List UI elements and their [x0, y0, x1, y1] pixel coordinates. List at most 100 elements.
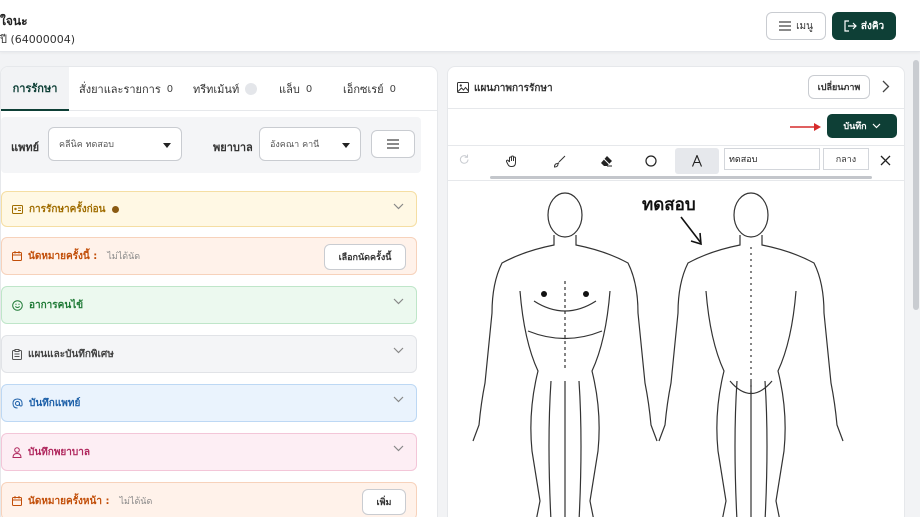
doctor-select[interactable]: คลีนิค ทดสอบ [48, 127, 182, 161]
card-label: อาการคนไข้ [29, 299, 84, 311]
nurse-select[interactable]: อังคณา คานี [259, 127, 361, 161]
tab-label: การรักษา [12, 82, 58, 95]
tab-xray[interactable]: เอ็กซเรย์ 0 [343, 67, 396, 111]
tab-orders[interactable]: สั่งยาและรายการ 0 [79, 67, 173, 111]
send-queue-label: ส่งคิว [860, 20, 885, 32]
card-label: นัดหมายครั้งหน้า : [28, 495, 110, 507]
eraser-tool[interactable] [584, 148, 628, 174]
image-icon [457, 82, 469, 93]
send-queue-button[interactable]: ส่งคิว [832, 12, 896, 40]
page-scrollbar[interactable] [913, 60, 919, 310]
card-status: ไม่ได้นัด [119, 497, 153, 507]
tab-count: 0 [389, 83, 396, 95]
calendar-icon [12, 251, 22, 261]
body-back-figure [658, 192, 844, 517]
diagram-title: แผนภาพการรักษา [474, 83, 553, 94]
chevron-down-icon [393, 298, 404, 305]
nurse-value: อังคณา คานี [270, 140, 320, 150]
status-dot [111, 205, 119, 213]
save-button[interactable]: บันทึก [827, 114, 897, 138]
select-appointment-button[interactable]: เลือกนัดครั้งนี้ [324, 244, 406, 270]
font-size-select[interactable]: กลาง [823, 148, 869, 170]
card-label: การรักษาครั้งก่อน [29, 203, 106, 215]
appointment-next-card: นัดหมายครั้งหน้า : ไม่ได้นัด เพิ่ม [1, 482, 417, 517]
body-diagram-canvas[interactable]: ทดสอบ [448, 181, 904, 517]
toolbar-scrollbar[interactable] [490, 176, 872, 179]
calendar-icon [12, 496, 22, 506]
chevron-down-icon [872, 123, 881, 129]
appointment-today-card: นัดหมายครั้งนี้ : ไม่ได้นัด เลือกนัดครั้… [1, 237, 417, 275]
chevron-right-icon[interactable] [882, 80, 890, 93]
treatment-panel: การรักษา สั่งยาและรายการ 0 ทรีทเม้นท์ แล… [0, 66, 438, 517]
chevron-down-icon [393, 347, 404, 354]
nurse-note-card[interactable]: บันทึกพยาบาล [1, 433, 417, 471]
card-label: บันทึกพยาบาล [28, 446, 90, 458]
smile-icon [12, 299, 23, 311]
top-header: ใจนะ ปี (64000004) เมนู ส่งคิว [0, 0, 920, 52]
tab-treatment[interactable]: การรักษา [1, 67, 69, 111]
circle-tool[interactable] [629, 148, 673, 174]
options-button[interactable] [371, 130, 415, 158]
tab-count: 0 [166, 83, 174, 95]
arrow-right-icon [790, 123, 821, 131]
user-icon [12, 446, 22, 458]
patient-name: ใจนะ [0, 14, 28, 28]
brush-tool[interactable] [537, 148, 581, 174]
circle-icon [645, 155, 657, 167]
card-label: แผนและบันทึกพิเศษ [28, 348, 114, 360]
hamburger-icon [779, 21, 792, 31]
tab-bar: การรักษา สั่งยาและรายการ 0 ทรีทเม้นท์ แล… [1, 67, 437, 111]
chevron-down-icon [393, 396, 404, 403]
menu-button[interactable]: เมนู [766, 12, 826, 40]
body-front-figure [472, 192, 658, 517]
list-icon [387, 139, 399, 149]
card-label: นัดหมายครั้งนี้ : [28, 250, 98, 262]
patient-id: ปี (64000004) [0, 33, 76, 46]
body-diagram [472, 192, 844, 517]
annotation-arrow [680, 216, 702, 246]
annotation-text: ทดสอบ [642, 195, 696, 215]
staff-row: แพทย์ คลีนิค ทดสอบ พยาบาล อังคณา คานี [1, 117, 421, 173]
tab-label: เอ็กซเรย์ [343, 83, 384, 96]
doctor-label: แพทย์ [11, 141, 40, 154]
id-card-icon [12, 204, 23, 214]
tab-label: ทรีทเม้นท์ [193, 83, 240, 96]
tab-label: แล็บ [279, 83, 300, 96]
chevron-down-icon [393, 203, 404, 210]
caret-down-icon [163, 143, 171, 148]
card-status: ไม่ได้นัด [107, 252, 141, 262]
brush-icon [553, 155, 565, 168]
card-label: บันทึกแพทย์ [29, 397, 81, 409]
change-image-button[interactable]: เปลี่ยนภาพ [808, 75, 870, 99]
at-icon [12, 397, 23, 408]
drawing-toolbar: ทดสอบ กลาง [448, 145, 904, 181]
logout-icon [844, 20, 857, 32]
redo-icon[interactable] [459, 154, 470, 165]
tab-label: สั่งยาและรายการ [79, 83, 161, 96]
diagram-header: แผนภาพการรักษา เปลี่ยนภาพ [448, 67, 904, 109]
symptoms-card[interactable]: อาการคนไข้ [1, 286, 417, 324]
close-icon[interactable] [880, 155, 891, 166]
diagram-panel: แผนภาพการรักษา เปลี่ยนภาพ บันทึก ทดสอบ ก… [447, 66, 905, 517]
tab-count: 0 [305, 83, 313, 95]
text-tool[interactable] [675, 148, 719, 174]
pan-tool[interactable] [490, 148, 534, 174]
caret-down-icon [342, 143, 350, 148]
tab-lab[interactable]: แล็บ 0 [279, 67, 312, 111]
plan-card[interactable]: แผนและบันทึกพิเศษ [1, 335, 417, 373]
chevron-down-icon [393, 445, 404, 452]
add-appointment-button[interactable]: เพิ่ม [362, 489, 406, 515]
clipboard-icon [12, 348, 22, 360]
text-icon [691, 155, 703, 167]
loading-dot [245, 83, 258, 95]
tab-treatments[interactable]: ทรีทเม้นท์ [193, 67, 258, 111]
previous-treatment-card[interactable]: การรักษาครั้งก่อน [1, 191, 417, 227]
eraser-icon [600, 156, 612, 167]
doctor-note-card[interactable]: บันทึกแพทย์ [1, 384, 417, 422]
annotation-text-input[interactable]: ทดสอบ [724, 148, 820, 170]
nurse-label: พยาบาล [213, 141, 253, 154]
save-button-label: บันทึก [843, 122, 867, 132]
menu-button-label: เมนู [796, 20, 813, 32]
hand-icon [505, 155, 516, 167]
doctor-value: คลีนิค ทดสอบ [59, 140, 114, 150]
